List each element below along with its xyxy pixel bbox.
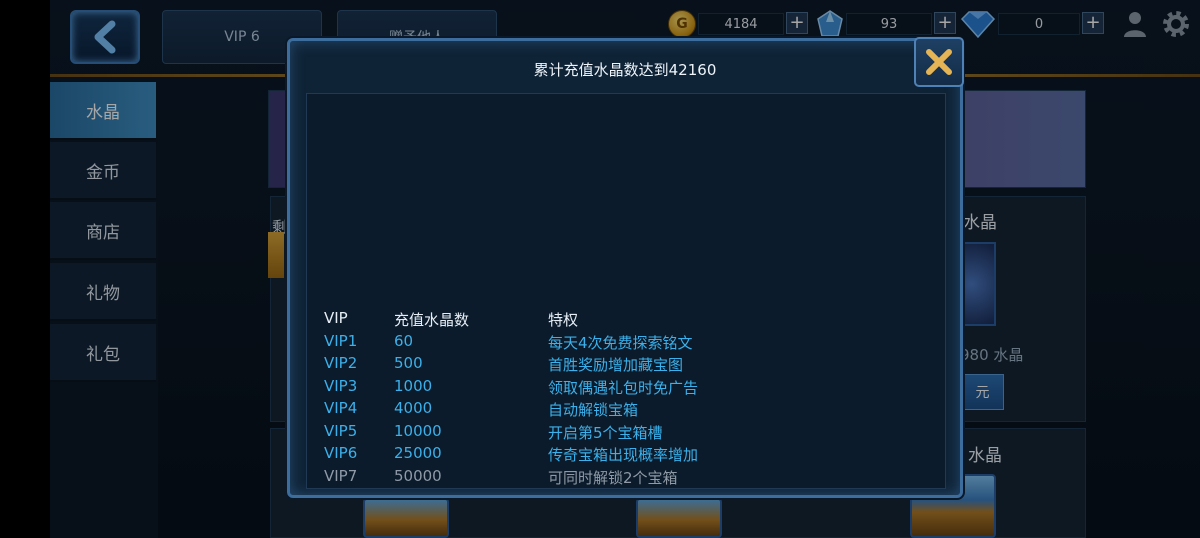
vip-level: VIP3 (324, 376, 358, 395)
table-row: VIP4 4000 自动解锁宝箱 (324, 399, 924, 422)
table-row: VIP7 50000 可同时解锁2个宝箱 (324, 466, 924, 489)
vip-table: VIP 充值水晶数 特权 VIP1 60 每天4次免费探索铭文 VIP2 500… (324, 309, 924, 489)
vip-privilege: 可同时解锁2个宝箱 (548, 468, 678, 487)
vip-amount: 10000 (394, 421, 442, 440)
vip-info-dialog: 累计充值水晶数达到42160 VIP 充值水晶数 特权 VIP1 60 每天4次… (287, 37, 964, 498)
vip-level: VIP5 (324, 421, 358, 440)
table-row: VIP1 60 每天4次免费探索铭文 (324, 332, 924, 355)
vip-amount: 4000 (394, 399, 433, 417)
vip-privilege: 领取偶遇礼包时免广告 (548, 378, 699, 397)
dialog-title: 累计充值水晶数达到42160 (533, 61, 717, 79)
header-privilege: 特权 (548, 311, 579, 329)
vip-table-container: VIP 充值水晶数 特权 VIP1 60 每天4次免费探索铭文 VIP2 500… (306, 93, 946, 489)
vip-level: VIP7 (324, 466, 358, 485)
header-vip: VIP (324, 309, 348, 327)
game-screen: VIP 6 赠予他人 G 4184 + 93 + 0 + 水晶 金币 (50, 0, 1200, 538)
vip-level: VIP6 (324, 444, 358, 462)
vip-privilege: 传奇宝箱出现概率增加 (548, 446, 699, 464)
vip-level: VIP4 (324, 399, 358, 417)
vip-amount: 500 (394, 354, 423, 372)
vip-privilege: 自动解锁宝箱 (548, 401, 639, 419)
table-row: VIP3 1000 领取偶遇礼包时免广告 (324, 377, 924, 400)
vip-amount: 60 (394, 331, 414, 350)
vip-privilege: 每天4次免费探索铭文 (548, 333, 693, 352)
vip-amount: 50000 (394, 466, 442, 485)
vip-privilege: 开启第5个宝箱槽 (548, 423, 663, 442)
vip-level: VIP2 (324, 354, 358, 372)
vip-amount: 25000 (394, 444, 442, 462)
table-header: VIP 充值水晶数 特权 (324, 309, 924, 332)
table-row: VIP6 25000 传奇宝箱出现概率增加 (324, 444, 924, 467)
close-icon (926, 49, 952, 75)
vip-privilege: 首胜奖励增加藏宝图 (548, 356, 684, 374)
header-amount: 充值水晶数 (394, 311, 470, 329)
close-button[interactable] (914, 37, 964, 87)
table-row: VIP2 500 首胜奖励增加藏宝图 (324, 354, 924, 377)
vip-amount: 1000 (394, 376, 433, 395)
table-row: VIP5 10000 开启第5个宝箱槽 (324, 422, 924, 445)
vip-level: VIP1 (324, 331, 358, 350)
